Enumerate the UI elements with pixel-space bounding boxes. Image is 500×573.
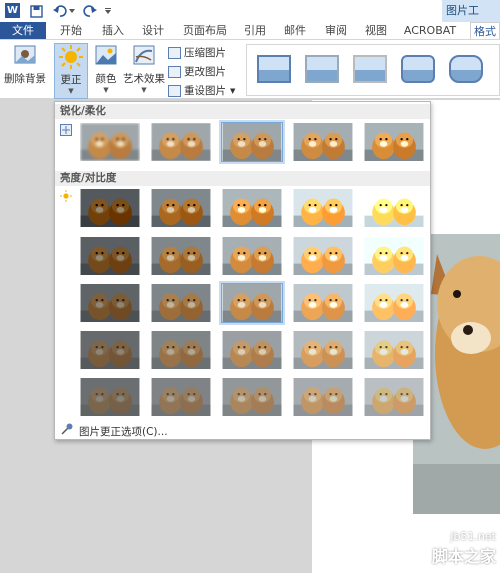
brightness-contrast-preset-thumb[interactable] [363,283,425,323]
picture-styles-gallery [246,44,500,96]
brightness-contrast-preset-thumb[interactable] [219,281,285,325]
brightness-contrast-preset-thumb[interactable] [79,283,141,323]
chevron-down-icon: ▼ [141,86,147,94]
tab-references[interactable]: 引用 [240,22,270,39]
reset-picture-icon [168,84,181,97]
color-icon [95,45,117,65]
sharpen-preset-thumb[interactable] [150,122,212,162]
compress-icon [168,46,181,59]
tab-design[interactable]: 设计 [136,22,170,39]
sharpen-soften-heading: 锐化/柔化 [55,104,430,119]
sharpen-preset-thumb[interactable] [219,120,285,164]
title-bar: W 图片工 [0,0,500,22]
tab-page-layout[interactable]: 页面布局 [176,22,234,39]
tab-file[interactable]: 文件 [0,22,46,39]
brightness-contrast-preset-thumb[interactable] [79,377,141,417]
brightness-contrast-preset-thumb[interactable] [363,188,425,228]
picture-tools-label: 图片工 [442,0,500,22]
tab-review[interactable]: 审阅 [320,22,352,39]
brightness-contrast-preset-thumb[interactable] [363,236,425,276]
picture-style-thumb[interactable] [353,55,387,83]
brightness-contrast-preset-thumb[interactable] [221,236,283,276]
tab-view[interactable]: 视图 [360,22,392,39]
artistic-effects-button[interactable]: 艺术效果 ▼ [122,43,166,94]
picture-style-thumb[interactable] [449,55,483,83]
artistic-effects-icon [133,45,155,65]
brightness-contrast-preset-thumb[interactable] [292,377,354,417]
remove-background-label: 删除背景 [4,73,46,85]
sharpen-icon [60,124,72,136]
reset-picture-label: 重设图片 [184,85,226,97]
change-picture-label: 更改图片 [184,66,226,78]
remove-background-button[interactable]: 删除背景 [2,43,48,86]
watermark-url: jb51.net [450,530,496,543]
tab-home[interactable]: 开始 [52,22,90,39]
brightness-contrast-preset-thumb[interactable] [150,377,212,417]
tab-format[interactable]: 格式 [470,22,500,39]
color-button[interactable]: 颜色 ▼ [92,43,120,94]
brightness-contrast-preset-thumb[interactable] [292,330,354,370]
watermark-name: 脚本之家 [431,547,496,566]
tab-insert[interactable]: 插入 [96,22,130,39]
ribbon-tabs: 文件 开始 插入 设计 页面布局 引用 邮件 审阅 视图 ACROBAT 格式 [0,22,500,39]
reset-picture-button[interactable]: 重设图片 ▼ [168,83,235,98]
brightness-contrast-preset-thumb[interactable] [221,330,283,370]
watermark: jb51.net 脚本之家 [432,530,496,567]
remove-background-icon [14,45,36,64]
tab-acrobat[interactable]: ACROBAT [400,22,460,39]
change-picture-icon [168,65,181,78]
brightness-contrast-preset-thumb[interactable] [221,188,283,228]
brightness-contrast-preset-thumb[interactable] [150,188,212,228]
chevron-down-icon: ▼ [103,86,109,94]
compress-pictures-button[interactable]: 压缩图片 [168,45,226,60]
brightness-contrast-preset-thumb[interactable] [79,188,141,228]
picture-style-thumb[interactable] [305,55,339,83]
brightness-contrast-heading: 亮度/对比度 [55,171,430,186]
sun-icon [60,190,72,202]
undo-dropdown-icon[interactable] [68,2,76,20]
corrections-button[interactable]: 更正 ▼ [54,43,88,99]
picture-corrections-options-link[interactable]: 图片更正选项(C)... [79,424,168,439]
brightness-contrast-preset-thumb[interactable] [363,377,425,417]
brightness-contrast-preset-thumb[interactable] [292,236,354,276]
brightness-contrast-preset-thumb[interactable] [292,283,354,323]
color-label: 颜色 [95,73,117,85]
chevron-down-icon: ▼ [230,86,236,95]
chevron-down-icon: ▼ [68,87,74,95]
brightness-contrast-preset-thumb[interactable] [363,330,425,370]
brightness-contrast-preset-thumb[interactable] [79,236,141,276]
sharpen-preset-thumb[interactable] [363,122,425,162]
corrections-dropdown: 锐化/柔化 亮度/对比度 图片更正选项(C)... [54,101,431,440]
brightness-contrast-preset-thumb[interactable] [150,330,212,370]
artistic-effects-label: 艺术效果 [123,73,165,85]
picture-style-thumb[interactable] [257,55,291,83]
tab-mailings[interactable]: 邮件 [278,22,312,39]
ribbon: 删除背景 更正 ▼ 颜色 ▼ 艺术效果 ▼ 压缩图片 更改图片 重设图片 ▼ [0,39,500,99]
brightness-contrast-preset-thumb[interactable] [150,283,212,323]
sharpen-preset-thumb[interactable] [292,122,354,162]
customize-icon[interactable] [104,2,112,20]
picture-corrections-options-icon [61,423,73,435]
brightness-contrast-preset-thumb[interactable] [150,236,212,276]
sun-icon [59,45,83,69]
save-icon[interactable] [28,2,44,20]
change-picture-button[interactable]: 更改图片 [168,64,226,79]
brightness-contrast-preset-thumb[interactable] [221,377,283,417]
picture-style-thumb[interactable] [401,55,435,83]
undo-icon[interactable] [52,2,68,20]
corrections-label: 更正 [60,74,82,86]
brightness-contrast-preset-thumb[interactable] [79,330,141,370]
word-app-icon: W [5,3,20,18]
sharpen-preset-thumb[interactable] [79,122,141,162]
brightness-contrast-preset-thumb[interactable] [292,188,354,228]
redo-icon[interactable] [82,2,98,20]
compress-label: 压缩图片 [184,47,226,59]
